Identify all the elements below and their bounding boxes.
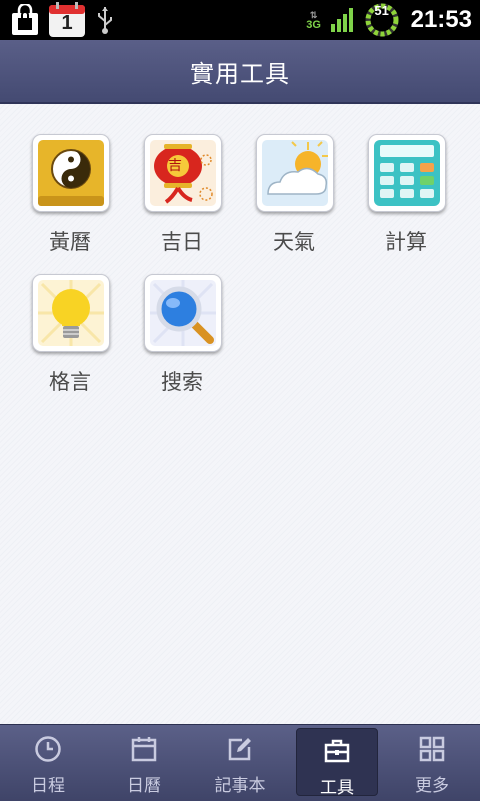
tool-calculator[interactable]: 計算 — [360, 134, 450, 254]
tab-label: 工具 — [320, 778, 354, 798]
lightbulb-icon — [38, 280, 104, 346]
network-type: 3G — [306, 19, 321, 31]
tool-label: 計算 — [385, 230, 427, 254]
weather-icon — [262, 140, 328, 206]
calendar-day-number: 1 — [61, 12, 73, 34]
tool-weather[interactable]: 天氣 — [248, 134, 338, 254]
signal-strength-icon — [330, 8, 353, 32]
tab-calendar[interactable]: 日曆 — [96, 725, 192, 801]
tool-icon-frame — [32, 274, 110, 352]
calendar-notification-icon: 1 — [48, 2, 86, 38]
usb-icon — [98, 7, 112, 34]
status-right: ⇅ 3G 51 21:53 — [305, 0, 472, 40]
tool-icon-frame — [144, 274, 222, 352]
tool-icon-frame: 吉 — [144, 134, 222, 212]
tab-label: 更多 — [415, 776, 449, 796]
tab-label: 日程 — [31, 776, 65, 796]
tool-search[interactable]: 搜索 — [136, 274, 226, 394]
tab-tools[interactable]: 工具 — [296, 728, 378, 798]
grid-icon — [419, 736, 445, 762]
tab-label: 日曆 — [127, 776, 161, 796]
edit-icon — [228, 738, 251, 761]
tool-jiri[interactable]: 吉 吉日 — [136, 134, 226, 254]
tool-label: 吉日 — [161, 230, 203, 254]
calculator-icon — [374, 140, 440, 206]
tab-more[interactable]: 更多 — [384, 725, 480, 801]
lantern-glyph: 吉 — [168, 158, 182, 174]
tool-label: 天氣 — [273, 230, 315, 254]
tool-huangli[interactable]: 黃曆 — [24, 134, 114, 254]
calendar-icon — [131, 737, 157, 762]
tool-label: 格言 — [49, 370, 91, 394]
status-clock: 21:53 — [410, 6, 472, 33]
magnifier-icon — [150, 280, 216, 346]
status-bar: 1 ⇅ 3G 51 21:53 — [0, 0, 480, 40]
tab-notepad[interactable]: 記事本 — [192, 725, 288, 801]
tab-label: 記事本 — [214, 776, 266, 796]
toolbox-icon — [324, 739, 350, 763]
clock-icon — [35, 736, 61, 762]
tool-quotes[interactable]: 格言 — [24, 274, 114, 394]
tool-label: 搜索 — [161, 370, 203, 394]
yin-yang-icon — [38, 140, 104, 206]
tool-icon-frame — [32, 134, 110, 212]
title-bar: 實用工具 — [0, 40, 480, 104]
page-title: 實用工具 — [190, 59, 290, 88]
bottom-tab-bar: 日程 日曆 記事本 工具 更多 — [0, 724, 480, 801]
battery-icon: 51 — [365, 3, 399, 37]
status-left: 1 — [10, 0, 116, 40]
network-indicator: ⇅ 3G — [306, 10, 321, 31]
tools-grid: 黃曆 吉 吉日 天氣 計算 格言 搜索 — [0, 104, 480, 724]
shopping-bag-icon — [12, 4, 38, 35]
battery-level: 51 — [374, 3, 389, 18]
tool-label: 黃曆 — [49, 230, 91, 254]
tool-icon-frame — [256, 134, 334, 212]
tab-schedule[interactable]: 日程 — [0, 725, 96, 801]
tool-icon-frame — [368, 134, 446, 212]
